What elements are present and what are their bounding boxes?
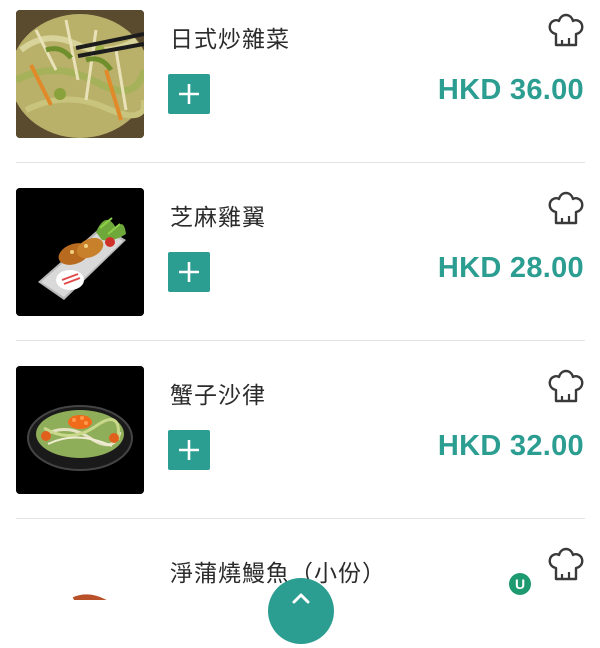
menu-item: 蟹子沙律 HKD 32.00 <box>0 356 600 534</box>
item-name: 芝麻雞翼 <box>170 205 266 231</box>
chevron-up-icon <box>292 593 310 604</box>
item-name: 蟹子沙律 <box>170 383 266 409</box>
add-to-cart-button[interactable] <box>168 430 210 470</box>
plus-icon <box>179 440 199 460</box>
divider <box>16 518 585 519</box>
divider <box>16 340 585 341</box>
add-to-cart-button[interactable] <box>168 74 210 114</box>
item-price: HKD 32.00 <box>437 430 584 462</box>
menu-item: 芝麻雞翼 HKD 28.00 <box>0 178 600 356</box>
dish-image-stir-fried-vegetables[interactable] <box>16 10 144 138</box>
u-badge[interactable]: U <box>509 573 531 595</box>
chef-hat-icon[interactable] <box>547 546 585 584</box>
dish-image-crab-roe-salad[interactable] <box>16 366 144 494</box>
divider <box>16 162 585 163</box>
add-to-cart-button[interactable] <box>168 252 210 292</box>
plus-icon <box>179 84 199 104</box>
item-name: 日式炒雜菜 <box>170 27 290 53</box>
dish-image-grilled-eel[interactable] <box>16 544 144 600</box>
plus-icon <box>179 262 199 282</box>
chef-hat-icon[interactable] <box>547 12 585 50</box>
dish-image-sesame-chicken-wings[interactable] <box>16 188 144 316</box>
chef-hat-icon[interactable] <box>547 368 585 406</box>
scroll-to-top-button[interactable] <box>268 578 334 644</box>
item-price: HKD 28.00 <box>437 252 584 284</box>
item-price: HKD 36.00 <box>437 74 584 106</box>
menu-item: 日式炒雜菜 HKD 36.00 <box>0 0 600 178</box>
chef-hat-icon[interactable] <box>547 190 585 228</box>
